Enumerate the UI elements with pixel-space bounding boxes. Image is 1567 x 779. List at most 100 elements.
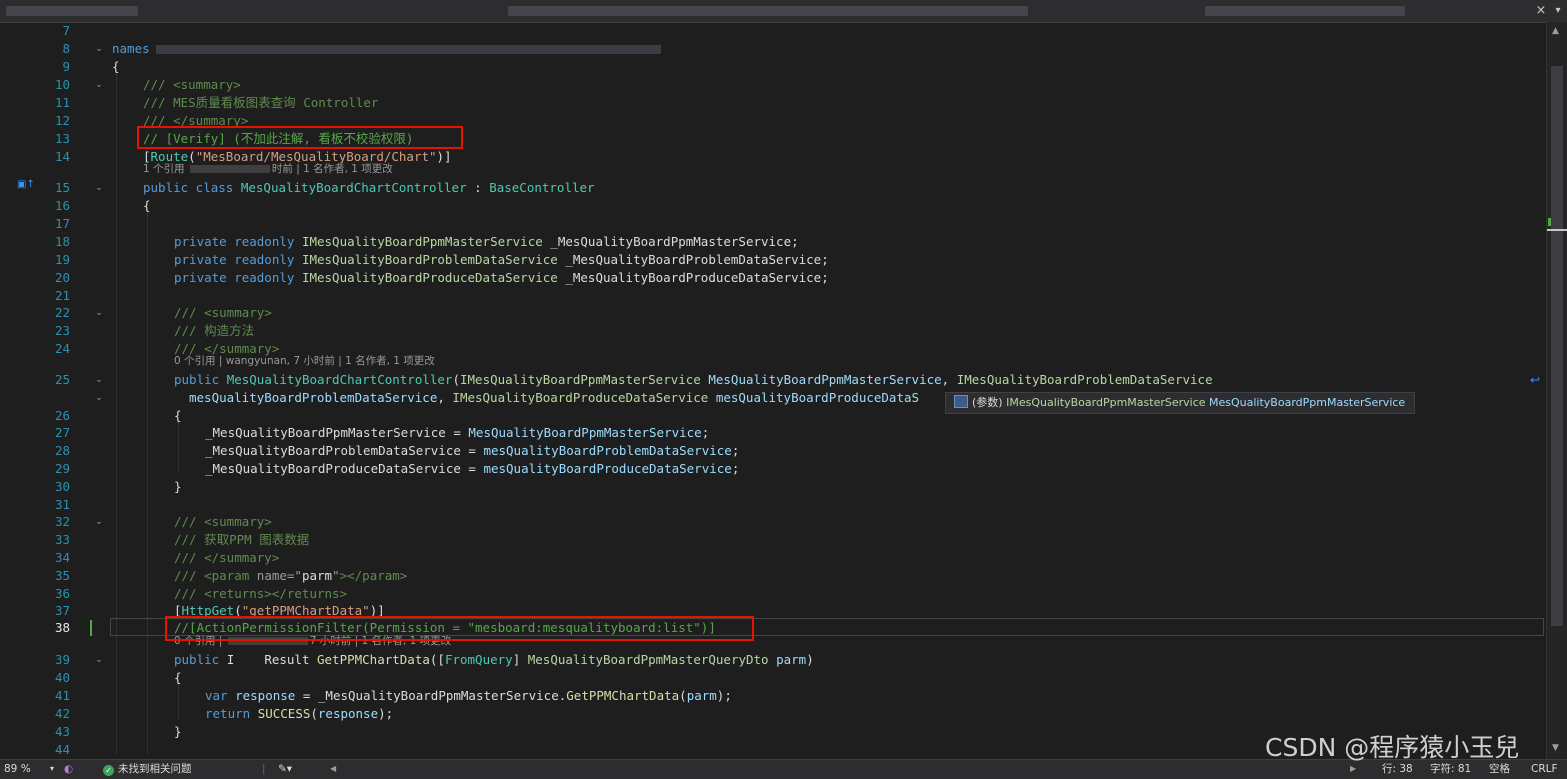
fold-toggle-icon[interactable]: ⌄	[94, 40, 104, 58]
code-text: _MesQualityBoardProduceDataService = mes…	[205, 460, 739, 478]
code-token: IMesQualityBoardProblemDataService	[956, 372, 1213, 387]
code-line[interactable]: 7	[0, 22, 1546, 40]
fold-toggle-icon[interactable]: ⌄	[94, 371, 104, 389]
code-line[interactable]: 36 /// <returns></returns>	[0, 585, 1546, 603]
codelens-info[interactable]: 1 个引用 时前 | 1 名作者, 1 项更改	[143, 163, 393, 176]
separator: |	[262, 763, 266, 775]
code-token: return	[205, 706, 258, 721]
code-text: /// <summary>	[143, 76, 241, 94]
issues-indicator[interactable]: ✓ 未找到相关问题	[103, 760, 192, 778]
fold-toggle-icon[interactable]: ⌄	[94, 76, 104, 94]
code-token: names	[112, 41, 150, 56]
code-text: /// <summary>	[174, 304, 272, 322]
code-line[interactable]: 42 return SUCCESS(response);	[0, 705, 1546, 723]
code-line[interactable]: 40 {	[0, 669, 1546, 687]
code-line[interactable]: 41 var response = _MesQualityBoardPpmMast…	[0, 687, 1546, 705]
code-token: _MesQualityBoardPpmMasterService =	[205, 425, 469, 440]
code-text: /// 构造方法	[174, 322, 254, 340]
code-text: names	[112, 40, 661, 58]
line-number: 17	[54, 216, 70, 231]
code-token: MesQualityBoardPpmMasterQueryDto	[527, 652, 769, 667]
code-line[interactable]: 27 _MesQualityBoardPpmMasterService = Mes…	[0, 424, 1546, 442]
line-number: 44	[54, 742, 70, 757]
codelens-text: 时前 | 1 名作者, 1 项更改	[271, 163, 393, 175]
code-line[interactable]: 33 /// 获取PPM 图表数据	[0, 531, 1546, 549]
line-number: 24	[54, 341, 70, 356]
code-token: {	[112, 59, 120, 74]
close-icon[interactable]: ×	[1533, 3, 1549, 19]
fold-toggle-icon[interactable]: ⌄	[94, 389, 104, 407]
code-line[interactable]: 9{	[0, 58, 1546, 76]
code-token: private readonly	[174, 252, 302, 267]
code-token: public	[174, 372, 227, 387]
code-line[interactable]: 18 private readonly IMesQualityBoardPpmMa…	[0, 233, 1546, 251]
code-line[interactable]: 10 ⌄ /// <summary>	[0, 76, 1546, 94]
code-token: private readonly	[174, 234, 302, 249]
scroll-up-icon[interactable]: ▲	[1552, 26, 1559, 36]
fold-toggle-icon[interactable]: ⌄	[94, 304, 104, 322]
line-number: 9	[62, 59, 70, 74]
code-line[interactable]: 21	[0, 287, 1546, 305]
code-line[interactable]: 28 _MesQualityBoardProblemDataService = m…	[0, 442, 1546, 460]
code-line[interactable]: 32 ⌄ /// <summary>	[0, 513, 1546, 531]
copilot-icon[interactable]: ◐	[64, 760, 73, 778]
code-token: response	[235, 688, 296, 703]
code-line[interactable]: 31	[0, 496, 1546, 514]
scroll-left-icon[interactable]: ◀	[330, 760, 336, 778]
word-wrap-icon: ↩	[1530, 373, 1541, 387]
line-number: 35	[54, 568, 70, 583]
zoom-level[interactable]: 89 %	[4, 760, 31, 778]
watermark-text: CSDN @程序猿小玉兒	[1265, 733, 1520, 762]
code-line[interactable]: 29 _MesQualityBoardProduceDataService = m…	[0, 460, 1546, 478]
code-line[interactable]: 23 /// 构造方法	[0, 322, 1546, 340]
code-text: }	[174, 723, 182, 741]
code-line[interactable]: 35 /// <param name="parm"></param>	[0, 567, 1546, 585]
code-line[interactable]: 34 /// </summary>	[0, 549, 1546, 567]
code-line[interactable]: 39 ⌄ public I Result GetPPMChartData([From…	[0, 651, 1546, 669]
code-token: MesQualityBoardPpmMasterService	[468, 425, 702, 440]
code-line[interactable]: 11 /// MES质量看板图表查询 Controller	[0, 94, 1546, 112]
highlight-box	[165, 616, 754, 641]
blurred-tab-area	[508, 6, 1028, 16]
code-token: response	[317, 706, 379, 721]
line-number: 14	[54, 149, 70, 164]
code-token: _MesQualityBoardPpmMasterService;	[542, 234, 799, 249]
code-token: var	[205, 688, 236, 703]
blurred-namespace	[155, 45, 661, 54]
line-number: 15	[54, 180, 70, 195]
line-number: 19	[54, 252, 70, 267]
code-token: private readonly	[174, 270, 302, 285]
code-text: _MesQualityBoardProblemDataService = mes…	[205, 442, 739, 460]
code-line[interactable]: 15 ⌄ public class MesQualityBoardChartCont…	[0, 179, 1546, 197]
codelens-info[interactable]: 0 个引用 | wangyunan, 7 小时前 | 1 名作者, 1 项更改	[174, 355, 435, 368]
vertical-scrollbar[interactable]: ▲ ▼	[1546, 22, 1567, 759]
code-line[interactable]: 17	[0, 215, 1546, 233]
code-line[interactable]: 19 private readonly IMesQualityBoardProbl…	[0, 251, 1546, 269]
line-ending[interactable]: CRLF	[1531, 760, 1558, 778]
fold-toggle-icon[interactable]: ⌄	[94, 651, 104, 669]
brush-icon[interactable]: ✎▾	[278, 760, 292, 778]
line-number: 21	[54, 288, 70, 303]
line-number: 32	[54, 514, 70, 529]
code-line[interactable]: 8 ⌄ names	[0, 40, 1546, 58]
code-text: private readonly IMesQualityBoardProblem…	[174, 251, 829, 269]
code-text: mesQualityBoardProblemDataService, IMesQ…	[189, 389, 919, 407]
scroll-down-icon[interactable]: ▼	[1552, 743, 1559, 753]
zoom-dropdown-icon[interactable]: ▾	[50, 760, 54, 778]
code-line[interactable]: 16 {	[0, 197, 1546, 215]
line-number: 34	[54, 550, 70, 565]
code-line[interactable]: 22 ⌄ /// <summary>	[0, 304, 1546, 322]
fold-toggle-icon[interactable]: ⌄	[94, 179, 104, 197]
fold-toggle-icon[interactable]: ⌄	[94, 513, 104, 531]
code-line[interactable]: 20 private readonly IMesQualityBoardProdu…	[0, 269, 1546, 287]
code-line[interactable]: 30}	[0, 478, 1546, 496]
chevron-down-icon[interactable]: ▾	[1551, 3, 1565, 19]
code-token: _MesQualityBoardProduceDataService;	[557, 270, 829, 285]
code-editor[interactable]: ▣↑ 7 8 ⌄ names 9{10 ⌄/// <summary> 11/// MES质量…	[0, 22, 1546, 759]
quick-info-tooltip: (参数) IMesQualityBoardPpmMasterService Me…	[945, 392, 1416, 414]
code-line[interactable]: 25 ⌄ public MesQualityBoardChartController…	[0, 371, 1546, 389]
scrollbar-thumb[interactable]	[1551, 66, 1563, 626]
line-number: 13	[54, 131, 70, 146]
